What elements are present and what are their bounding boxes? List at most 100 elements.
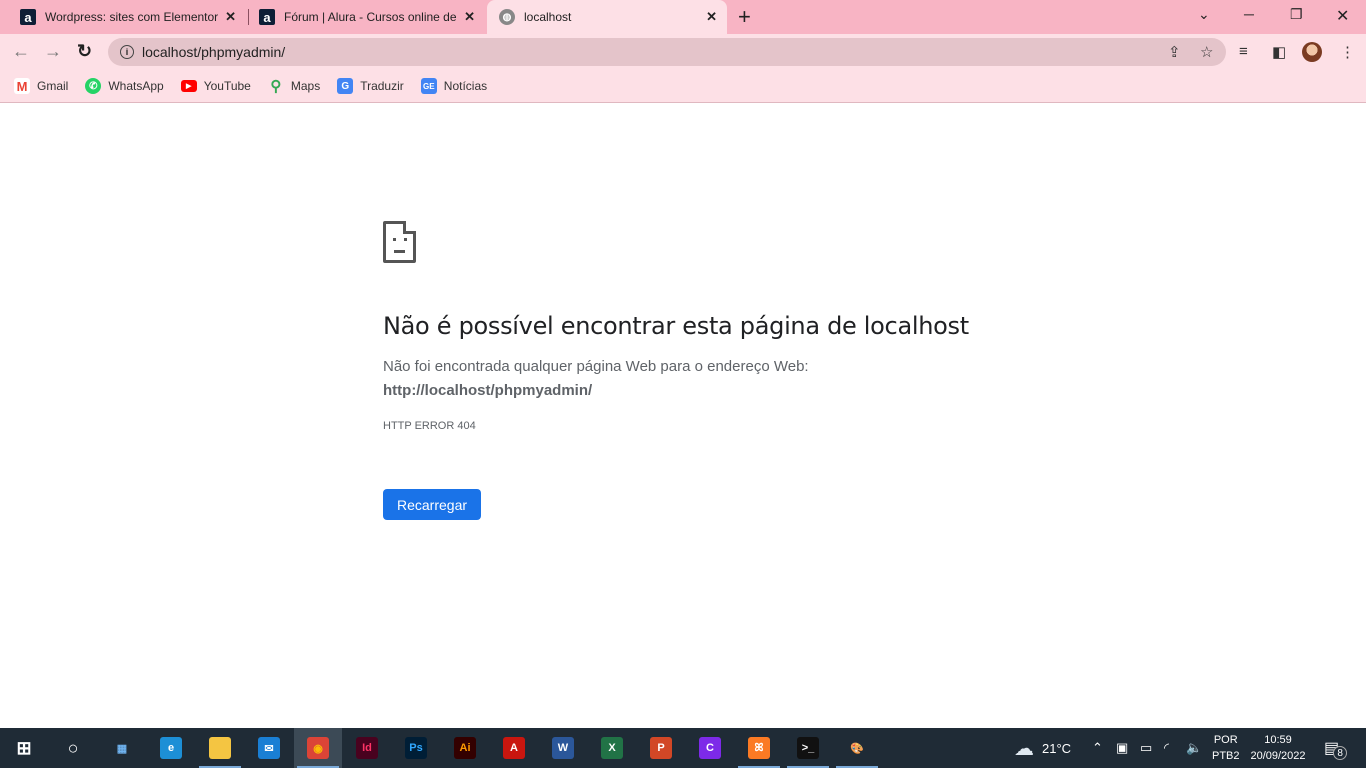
tab-wordpress[interactable]: a Wordpress: sites com Elementor ✕ [0,0,246,34]
close-window-button[interactable]: ✕ [1336,6,1349,26]
date: 20/09/2022 [1250,750,1306,762]
bookmark-translate[interactable]: G Traduzir [337,78,404,94]
meet-now-icon[interactable]: ▣ [1116,728,1128,768]
menu-icon[interactable]: ⋮ [1340,43,1355,61]
tab-title: Fórum | Alura - Cursos online de [284,10,457,24]
whatsapp-icon: ✆ [85,78,102,94]
browser-toolbar: ← → ↻ i localhost/phpmyadmin/ ⇪ ☆ ≡ ◧ ⋮ [0,34,1366,70]
weather-widget[interactable]: ☁ 21°C [1014,728,1071,768]
info-icon[interactable]: i [120,45,134,59]
bookmarks-bar: M Gmail ✆ WhatsApp ▶ YouTube ⚲ Maps G Traduzi… [0,70,1366,103]
restore-button[interactable]: ❐ [1290,6,1303,23]
taskbar-mail[interactable]: ✉ [245,728,293,768]
taskbar-xampp[interactable]: ꕤ [735,728,783,768]
acrobat-icon: A [503,737,525,759]
taskbar-start[interactable]: ⊞ [0,728,48,768]
close-tab-icon[interactable]: ✕ [464,9,475,25]
bookmark-label: Gmail [37,79,69,93]
gmail-icon: M [14,78,30,94]
taskbar-canva[interactable]: C [686,728,734,768]
bookmark-star-icon[interactable]: ☆ [1200,43,1213,61]
xampp-icon: ꕤ [748,737,770,759]
tab-title: localhost [524,10,572,24]
address-bar[interactable]: i localhost/phpmyadmin/ [108,38,1226,66]
reload-page-button[interactable]: Recarregar [383,489,481,520]
tab-title: Wordpress: sites com Elementor [45,10,219,24]
alura-icon: a [20,9,36,25]
control-panel-icon: ▦ [116,742,128,755]
battery-icon[interactable]: ▭ [1140,728,1152,768]
reading-list-icon[interactable]: ≡ [1239,43,1248,60]
volume-icon[interactable]: 🔈 [1186,728,1202,768]
forward-button[interactable]: → [44,41,62,62]
taskbar-file-explorer[interactable]: ▬ [196,728,244,768]
profile-avatar[interactable] [1302,42,1322,62]
show-hidden-icons-button[interactable]: ⌃ [1092,728,1103,768]
minimize-button[interactable]: ─ [1244,6,1254,22]
bookmark-label: Notícias [443,79,488,93]
wifi-icon[interactable]: ◜ [1164,728,1169,768]
language: POR [1213,734,1238,746]
bookmark-gmail[interactable]: M Gmail [14,78,68,94]
mail-icon: ✉ [258,737,280,759]
new-tab-button[interactable]: + [738,4,751,30]
taskbar-terminal[interactable]: >_ [784,728,832,768]
cloud-icon: ☁ [1014,737,1034,760]
taskbar-word[interactable]: W [539,728,587,768]
input-language[interactable]: POR PTB2 [1212,728,1240,768]
chrome-icon: ◉ [307,737,329,759]
share-icon[interactable]: ⇪ [1168,43,1181,61]
translate-icon: G [337,78,354,94]
taskbar-indesign[interactable]: Id [343,728,391,768]
close-tab-icon[interactable]: ✕ [225,9,236,25]
bookmark-whatsapp[interactable]: ✆ WhatsApp [85,78,164,94]
word-icon: W [552,737,574,759]
taskbar-control-panel[interactable]: ▦ [98,728,146,768]
terminal-icon: >_ [797,737,819,759]
keyboard-layout: PTB2 [1212,750,1240,762]
bookmark-youtube[interactable]: ▶ YouTube [180,79,251,93]
bookmark-maps[interactable]: ⚲ Maps [268,78,321,95]
taskbar: ⊞ ○ ▦ e ▬ ✉ ◉ Id Ps Ai A W X P C ꕤ >_ 🎨 ☁ 21°C ⌃ ▣ ▭ ◜ 🔈 … [0,728,1366,768]
side-panel-icon[interactable]: ◧ [1272,43,1286,61]
error-description: Não foi encontrada qualquer página Web p… [383,358,809,375]
reload-button[interactable]: ↻ [77,41,92,62]
close-tab-icon[interactable]: ✕ [706,9,717,25]
back-button[interactable]: ← [12,41,30,62]
paint-icon: 🎨 [850,742,864,755]
taskbar-excel[interactable]: X [588,728,636,768]
taskbar-paint[interactable]: 🎨 [833,728,881,768]
illustrator-icon: Ai [454,737,476,759]
taskbar-cortana[interactable]: ○ [49,728,97,768]
taskbar-chrome[interactable]: ◉ [294,728,342,768]
cortana-icon: ○ [67,737,79,758]
bookmark-label: Maps [290,79,321,93]
tab-search-icon[interactable]: ⌄ [1198,6,1210,23]
excel-icon: X [601,737,623,759]
edge-icon: e [160,737,182,759]
taskbar-illustrator[interactable]: Ai [441,728,489,768]
globe-icon: ◍ [499,9,515,25]
photoshop-icon: Ps [405,737,427,759]
bookmark-label: WhatsApp [108,79,164,93]
clock[interactable]: 10:59 20/09/2022 [1248,728,1308,768]
error-title: Não é possível encontrar esta página de … [383,312,969,340]
taskbar-powerpoint[interactable]: P [637,728,685,768]
taskbar-acrobat[interactable]: A [490,728,538,768]
tab-localhost[interactable]: ◍ localhost ✕ [487,0,727,34]
taskbar-edge[interactable]: e [147,728,195,768]
canva-icon: C [699,737,721,759]
maps-icon: ⚲ [270,78,282,95]
error-code: HTTP ERROR 404 [383,420,476,432]
sad-page-icon [383,221,416,263]
youtube-icon: ▶ [180,80,197,92]
notifications-button[interactable]: ▤ 8 [1324,728,1348,768]
bookmark-label: YouTube [203,79,251,93]
bookmark-news[interactable]: GE Notícias [420,78,488,94]
indesign-icon: Id [356,737,378,759]
tab-forum-alura[interactable]: a Fórum | Alura - Cursos online de ✕ [239,0,485,34]
weather-temp: 21°C [1042,740,1072,756]
address-url[interactable]: localhost/phpmyadmin/ [142,44,285,60]
taskbar-photoshop[interactable]: Ps [392,728,440,768]
powerpoint-icon: P [650,737,672,759]
